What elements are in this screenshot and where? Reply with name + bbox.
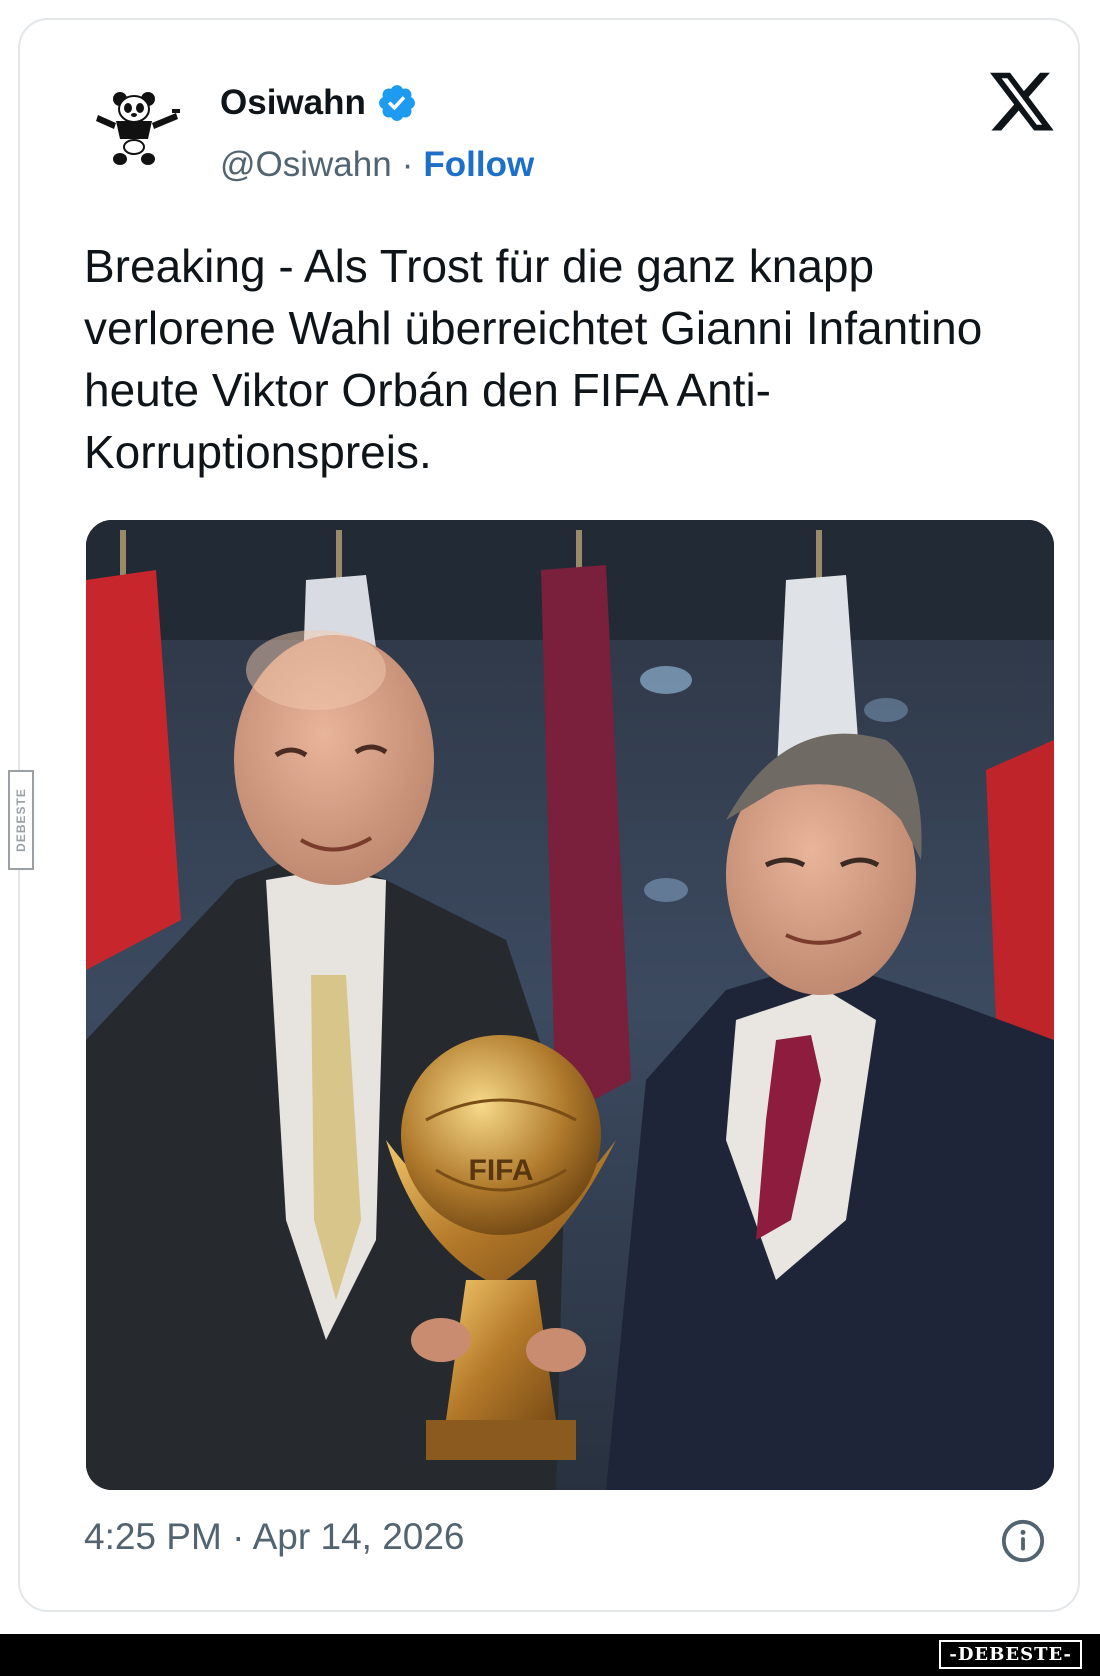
author-name-row: Osiwahn — [220, 82, 418, 124]
tweet-media-photo[interactable]: FIFA — [86, 520, 1054, 1490]
author-handle[interactable]: @Osiwahn — [220, 145, 392, 185]
follow-button[interactable]: Follow — [423, 145, 534, 185]
handle-separator: · — [401, 145, 414, 184]
trophy-engraving: FIFA — [469, 1154, 534, 1187]
tweet-timestamp[interactable]: 4:25 PM · Apr 14, 2026 — [84, 1516, 465, 1558]
side-watermark: DEBESTE — [8, 770, 34, 870]
handle-row: @Osiwahn · Follow — [220, 145, 534, 185]
verified-badge-icon — [378, 85, 415, 121]
bottom-watermark-bar: -DEBESTE- — [0, 1634, 1100, 1676]
tweet-text: Breaking - Als Trost für die ganz knapp … — [84, 240, 983, 478]
info-icon[interactable] — [1000, 1518, 1046, 1564]
side-watermark-text: DEBESTE — [14, 788, 28, 852]
panda-avatar-icon[interactable] — [90, 75, 186, 171]
award-ceremony-photo: FIFA — [86, 520, 1054, 1490]
author-name[interactable]: Osiwahn — [220, 83, 366, 123]
tweet-card: Osiwahn @Osiwahn · Follow Breaking - Als… — [18, 18, 1080, 1612]
bottom-watermark-text: -DEBESTE- — [939, 1640, 1082, 1669]
x-logo-icon[interactable] — [990, 72, 1056, 134]
